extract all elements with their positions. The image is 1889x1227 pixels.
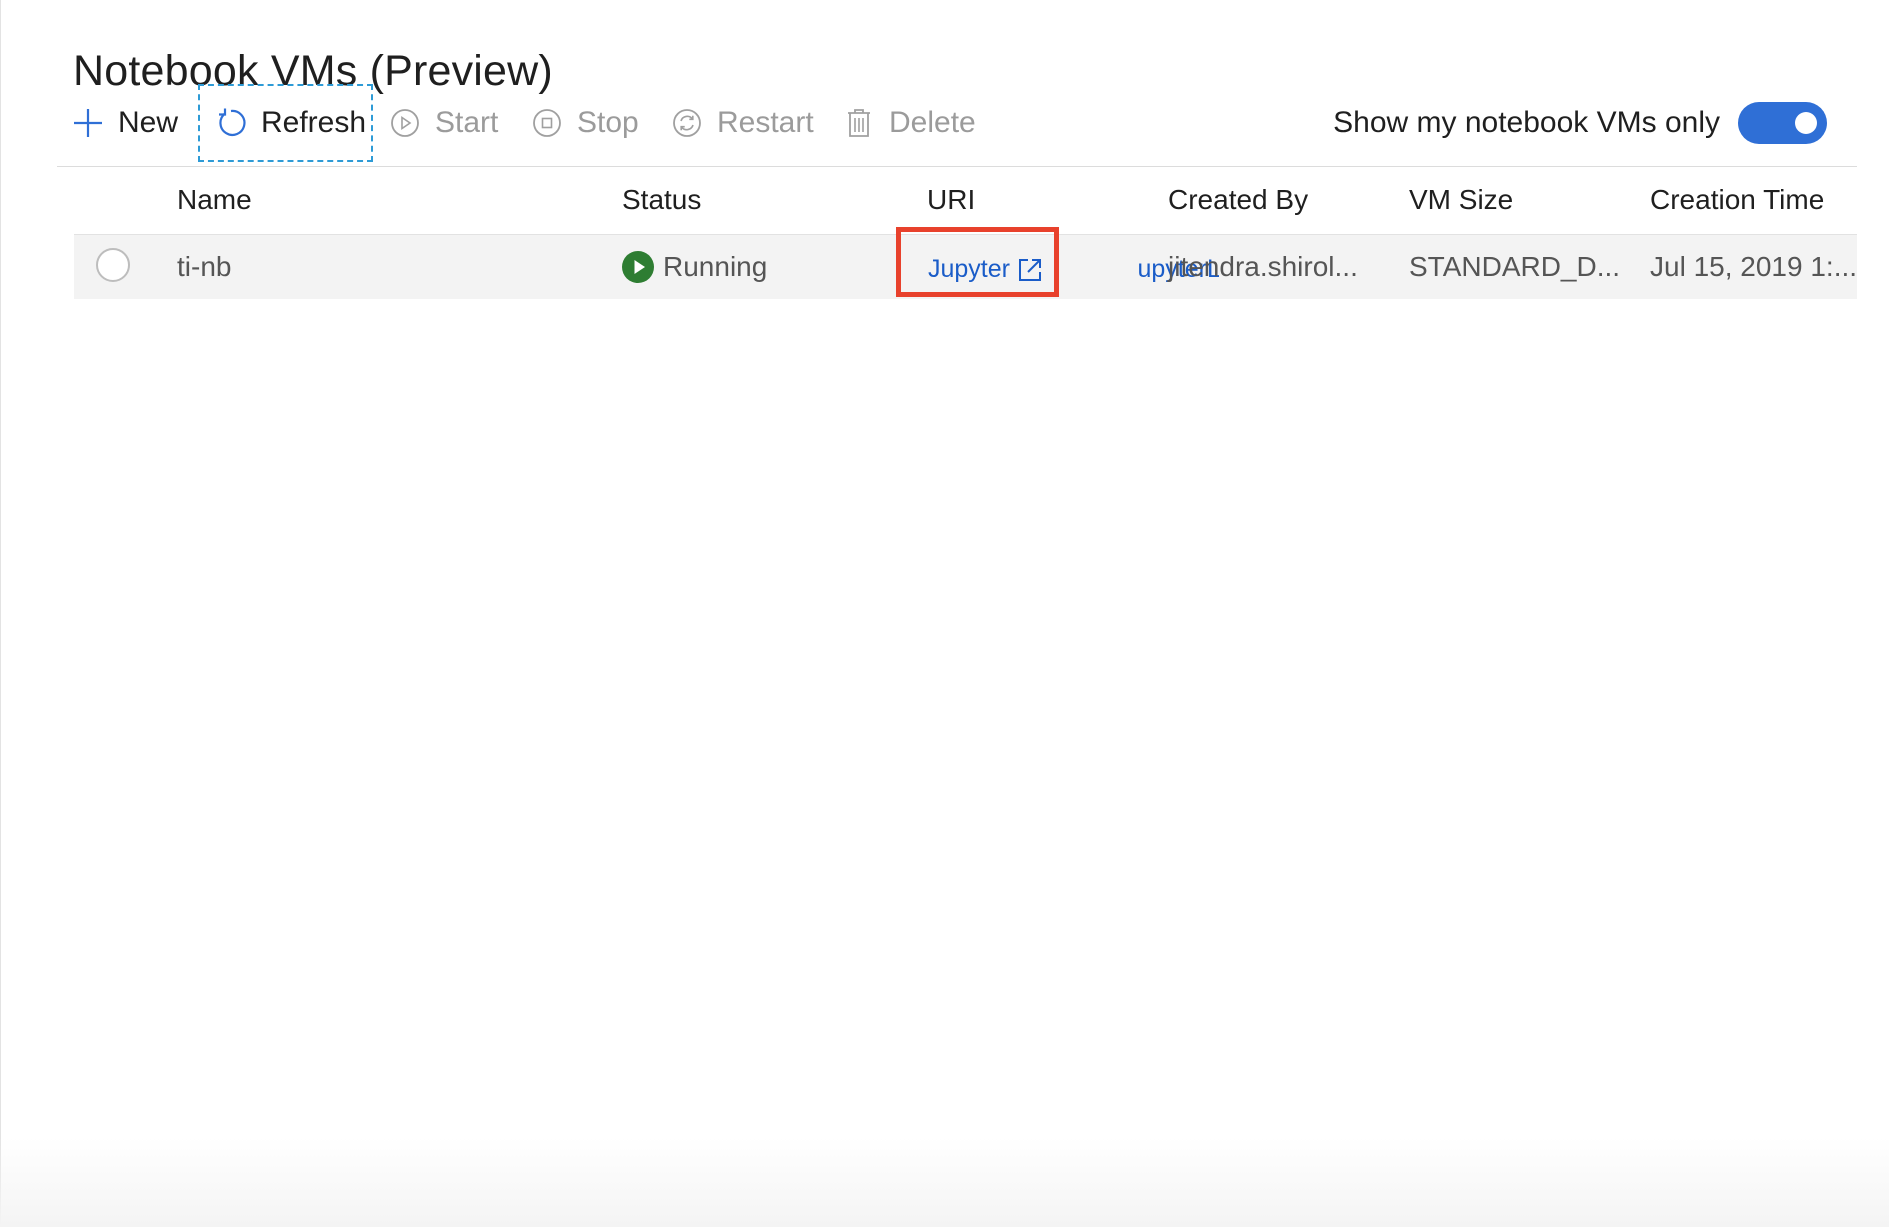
new-button-label: New bbox=[118, 106, 179, 139]
table-header: Name Status URI Created By VM Size Creat… bbox=[74, 168, 1857, 232]
column-header-uri[interactable]: URI bbox=[927, 184, 975, 216]
restart-button-label: Restart bbox=[717, 106, 814, 139]
delete-button[interactable]: Delete bbox=[844, 84, 976, 162]
left-border bbox=[0, 0, 1, 1227]
restart-button[interactable]: Restart bbox=[672, 84, 814, 162]
stop-circle-icon bbox=[532, 108, 562, 138]
new-button[interactable]: New bbox=[73, 84, 178, 162]
running-status-icon bbox=[622, 251, 654, 283]
vm-name: ti-nb bbox=[177, 251, 232, 282]
vm-status: Running bbox=[663, 251, 768, 282]
column-header-created-by[interactable]: Created By bbox=[1168, 184, 1308, 216]
start-button[interactable]: Start bbox=[390, 84, 498, 162]
jupyter-link[interactable]: Jupyter bbox=[928, 255, 1043, 284]
created-by: jitendra.shirol... bbox=[1168, 251, 1358, 282]
refresh-button[interactable]: Refresh bbox=[198, 84, 373, 162]
trash-icon bbox=[844, 107, 874, 139]
table-row[interactable]: ti-nb Running Jupyter JupyterL jitendra.… bbox=[74, 234, 1857, 299]
column-header-status[interactable]: Status bbox=[622, 184, 701, 216]
stop-button[interactable]: Stop bbox=[532, 84, 639, 162]
play-circle-icon bbox=[390, 108, 420, 138]
toggle-label: Show my notebook VMs only bbox=[1333, 106, 1720, 139]
start-button-label: Start bbox=[435, 106, 499, 139]
plus-icon bbox=[73, 108, 103, 138]
bottom-shadow bbox=[0, 1137, 1889, 1227]
delete-button-label: Delete bbox=[889, 106, 976, 139]
column-header-vm-size[interactable]: VM Size bbox=[1409, 184, 1513, 216]
refresh-icon bbox=[216, 108, 246, 138]
row-select-radio[interactable] bbox=[96, 248, 130, 282]
external-link-icon bbox=[1018, 258, 1041, 281]
toggle-knob bbox=[1795, 112, 1817, 134]
my-vms-only-toggle[interactable] bbox=[1738, 102, 1827, 144]
creation-time: Jul 15, 2019 1:... bbox=[1650, 251, 1858, 282]
command-bar: New Refresh Start Stop Restart Delete Sh… bbox=[57, 80, 1857, 167]
jupyter-link-label: Jupyter bbox=[928, 255, 1010, 283]
stop-button-label: Stop bbox=[577, 106, 639, 139]
my-vms-only-toggle-group: Show my notebook VMs only bbox=[1333, 84, 1827, 162]
vm-size: STANDARD_D... bbox=[1409, 251, 1621, 282]
column-header-name[interactable]: Name bbox=[177, 184, 252, 216]
column-header-creation-time[interactable]: Creation Time bbox=[1650, 184, 1824, 216]
restart-icon bbox=[672, 108, 702, 138]
refresh-button-label: Refresh bbox=[261, 106, 367, 139]
